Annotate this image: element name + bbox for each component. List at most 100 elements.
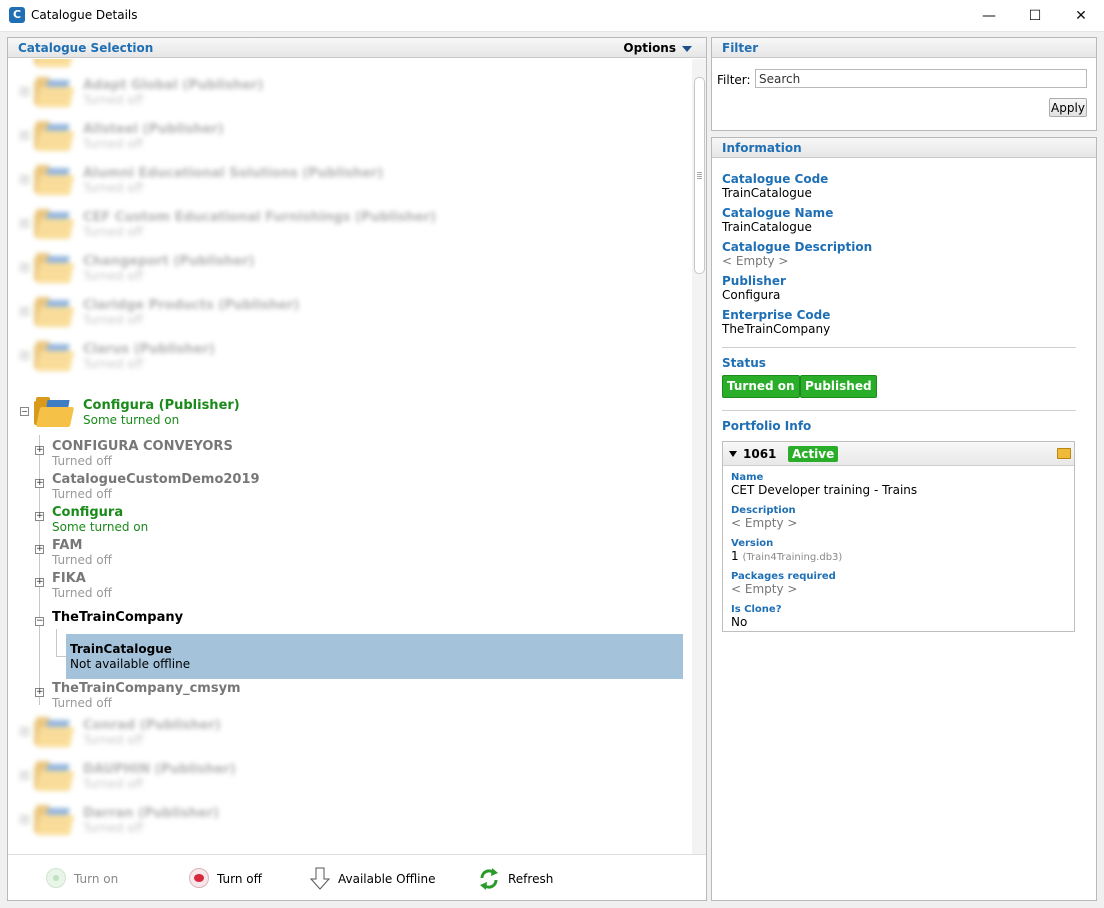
field-label: Is Clone? bbox=[731, 604, 782, 615]
expand-icon[interactable]: + bbox=[35, 578, 44, 587]
field-label: Enterprise Code bbox=[722, 308, 831, 322]
folder-icon bbox=[34, 77, 75, 107]
portfolio-version-field: Version 1 (Train4Training.db3) bbox=[731, 538, 842, 563]
portfolio-info-label: Portfolio Info bbox=[722, 419, 811, 433]
publisher-name: CEF Custom Educational Furnishings (Publ… bbox=[83, 210, 437, 225]
enterprise-code-field: Enterprise Code TheTrainCompany bbox=[722, 308, 830, 336]
turn-on-button[interactable]: Turn on bbox=[46, 867, 136, 889]
apply-button[interactable]: Apply bbox=[1049, 98, 1087, 117]
publisher-name: Configura (Publisher) bbox=[83, 398, 240, 413]
information-panel: Information Catalogue Code TrainCatalogu… bbox=[711, 137, 1097, 901]
field-value: TrainCatalogue bbox=[722, 220, 812, 234]
expand-icon[interactable]: + bbox=[35, 688, 44, 697]
expand-icon[interactable]: + bbox=[20, 87, 29, 96]
publisher-status: Turned off bbox=[83, 777, 143, 791]
filter-title: Filter bbox=[722, 41, 759, 55]
catalogue-toolbar: Turn on Turn off Available Offline Refre… bbox=[8, 854, 706, 900]
field-label: Catalogue Description bbox=[722, 240, 873, 254]
expand-icon[interactable]: + bbox=[20, 771, 29, 780]
collapse-icon[interactable]: − bbox=[35, 617, 44, 626]
field-label: Status bbox=[722, 356, 766, 370]
tree-guide-line bbox=[56, 629, 57, 657]
enterprise-name: TheTrainCompany bbox=[52, 610, 184, 625]
portfolio-description-field: Description < Empty > bbox=[731, 505, 797, 530]
available-offline-button[interactable]: Available Offline bbox=[310, 867, 440, 890]
catalogue-name: FAM bbox=[52, 538, 83, 553]
tree-guide-line bbox=[39, 435, 40, 705]
close-button[interactable]: ✕ bbox=[1058, 0, 1104, 32]
folder-icon bbox=[34, 59, 75, 67]
expand-icon[interactable]: + bbox=[20, 815, 29, 824]
information-title: Information bbox=[722, 141, 802, 155]
download-arrow-icon bbox=[310, 867, 330, 890]
field-value: 1 (Train4Training.db3) bbox=[731, 549, 842, 563]
field-label: Version bbox=[731, 538, 774, 549]
expand-icon[interactable]: + bbox=[35, 545, 44, 554]
filter-header: Filter bbox=[712, 38, 1096, 58]
folder-icon bbox=[34, 341, 75, 371]
expand-icon[interactable]: + bbox=[35, 512, 44, 521]
folder-icon bbox=[34, 397, 75, 427]
expand-icon[interactable]: + bbox=[20, 351, 29, 360]
collapse-icon[interactable]: − bbox=[20, 407, 29, 416]
scrollbar-thumb[interactable] bbox=[694, 77, 705, 274]
status-label: Status bbox=[722, 356, 766, 370]
caret-down-icon[interactable] bbox=[729, 451, 737, 457]
publisher-field: Publisher Configura bbox=[722, 274, 786, 302]
selected-catalogue-row[interactable]: TrainCatalogue Not available offline bbox=[66, 634, 683, 679]
folder-icon bbox=[34, 121, 75, 151]
publisher-status: Turned off bbox=[83, 733, 143, 747]
field-value: TrainCatalogue bbox=[722, 186, 812, 200]
expand-icon[interactable]: + bbox=[35, 446, 44, 455]
tree-scrollbar[interactable] bbox=[692, 59, 706, 854]
refresh-icon bbox=[480, 868, 498, 890]
turn-off-button[interactable]: Turn off bbox=[189, 867, 279, 889]
catalogue-tree: + Adapt Global (Publisher) Turned off + … bbox=[8, 59, 692, 854]
publisher-name: Adapt Global (Publisher) bbox=[83, 78, 264, 93]
folder-icon bbox=[34, 717, 75, 747]
portfolio-header[interactable]: 1061 Active bbox=[723, 442, 1074, 466]
folder-icon bbox=[34, 253, 75, 283]
catalogue-status: Turned off bbox=[52, 454, 112, 468]
publisher-status: Turned off bbox=[83, 137, 143, 151]
search-input[interactable] bbox=[755, 69, 1087, 88]
publisher-status: Turned off bbox=[83, 821, 143, 835]
publisher-name: Darran (Publisher) bbox=[83, 806, 220, 821]
divider bbox=[722, 347, 1076, 348]
catalogue-status: Some turned on bbox=[52, 520, 149, 534]
expand-icon[interactable]: + bbox=[20, 219, 29, 228]
folder-icon bbox=[34, 761, 75, 791]
field-value: CET Developer training - Trains bbox=[731, 483, 918, 497]
expand-icon[interactable]: + bbox=[20, 307, 29, 316]
catalogue-code-field: Catalogue Code TrainCatalogue bbox=[722, 172, 828, 200]
field-value: No bbox=[731, 615, 748, 629]
portfolio-id: 1061 bbox=[743, 447, 777, 461]
expand-icon[interactable]: + bbox=[35, 479, 44, 488]
filter-panel: Filter Filter: Apply bbox=[711, 37, 1097, 131]
options-menu[interactable]: Options bbox=[623, 41, 692, 55]
turn-off-label: Turn off bbox=[217, 872, 262, 886]
publisher-name: Changeport (Publisher) bbox=[83, 254, 255, 269]
available-offline-label: Available Offline bbox=[338, 872, 436, 886]
window-title: Catalogue Details bbox=[31, 8, 138, 22]
refresh-button[interactable]: Refresh bbox=[478, 867, 568, 890]
expand-icon[interactable]: + bbox=[20, 263, 29, 272]
version-number: 1 bbox=[731, 549, 739, 563]
minimize-button[interactable]: — bbox=[966, 0, 1012, 32]
maximize-button[interactable]: ☐ bbox=[1012, 0, 1058, 32]
expand-icon[interactable]: + bbox=[20, 727, 29, 736]
field-label: Packages required bbox=[731, 571, 836, 582]
folder-icon[interactable] bbox=[1057, 448, 1071, 459]
publisher-status: Turned off bbox=[83, 225, 143, 239]
catalogue-name: TheTrainCompany_cmsym bbox=[52, 681, 241, 696]
field-label: Description bbox=[731, 505, 796, 516]
field-label: Catalogue Name bbox=[722, 206, 834, 220]
expand-icon[interactable]: + bbox=[20, 175, 29, 184]
status-badge: Turned on bbox=[722, 375, 800, 398]
catalogue-name: TrainCatalogue bbox=[70, 642, 172, 656]
turn-on-icon bbox=[46, 868, 66, 888]
expand-icon[interactable]: + bbox=[20, 131, 29, 140]
portfolio-clone-field: Is Clone? No bbox=[731, 604, 782, 629]
catalogue-status: Turned off bbox=[52, 553, 112, 567]
publisher-name: DAUPHIN (Publisher) bbox=[83, 762, 236, 777]
